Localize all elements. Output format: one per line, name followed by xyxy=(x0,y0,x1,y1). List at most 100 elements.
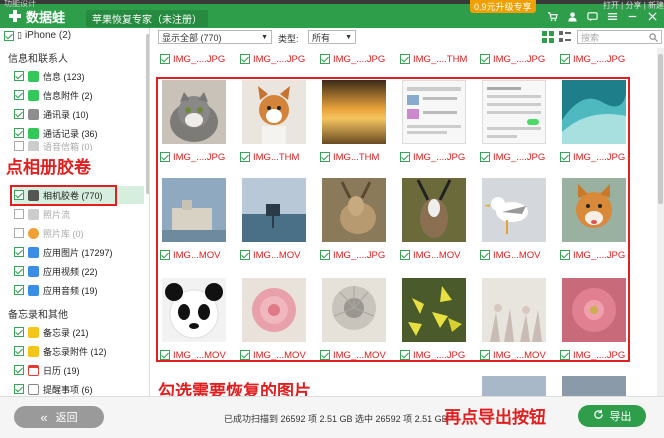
contacts-icon xyxy=(28,108,39,120)
app-name: 数据蛙 xyxy=(26,9,66,25)
filter-select[interactable]: 显示全部 (770) ▼ xyxy=(158,30,272,44)
sidebar-item-label: 照片流 xyxy=(43,209,71,220)
sidebar-item-reminders[interactable]: 提醒事项 (6) xyxy=(14,380,144,396)
type-label: 类型: xyxy=(278,34,299,44)
sidebar-item-calendar[interactable]: 日历 (19) xyxy=(14,361,144,379)
notes-icon xyxy=(28,326,39,338)
file-item-label[interactable]: IMG_....JPG xyxy=(160,52,225,66)
grid-view-icon[interactable] xyxy=(542,31,554,43)
checkbox[interactable] xyxy=(14,109,24,119)
reminder-icon xyxy=(28,383,39,395)
sidebar-item-notes[interactable]: 备忘录 (21) xyxy=(14,323,144,341)
checkbox[interactable] xyxy=(14,365,24,375)
message-attach-icon xyxy=(28,89,39,101)
user-icon[interactable] xyxy=(566,10,578,22)
checkbox[interactable] xyxy=(320,54,330,64)
double-chevron-left-icon: « xyxy=(40,409,48,425)
file-name: IMG_....JPG xyxy=(173,53,226,65)
type-select[interactable]: 所有 ▼ xyxy=(308,30,356,44)
menu-icon[interactable] xyxy=(606,10,618,22)
sidebar-scrollbar[interactable] xyxy=(146,34,149,194)
app-audio-icon xyxy=(28,284,39,296)
checkbox[interactable] xyxy=(14,141,24,151)
file-name: IMG_....JPG xyxy=(573,53,626,65)
cart-icon[interactable] xyxy=(546,10,558,22)
sidebar-item-label: 信息附件 (2) xyxy=(43,90,93,101)
export-button[interactable]: 导出 xyxy=(578,405,646,427)
checkbox[interactable] xyxy=(240,54,250,64)
sidebar-item-app-videos[interactable]: 应用视频 (22) xyxy=(14,262,144,280)
checkbox[interactable] xyxy=(14,285,24,295)
photo-thumbnail[interactable] xyxy=(562,376,626,396)
file-name: IMG_....JPG xyxy=(253,53,306,65)
sidebar-item-photo-stream[interactable]: 照片流 xyxy=(14,205,144,223)
back-label: 返回 xyxy=(55,412,78,424)
sidebar-item-label: 备忘录 (21) xyxy=(43,327,89,338)
sidebar-item-label: 应用图片 (17297) xyxy=(43,247,113,258)
sidebar-item-message-attachments[interactable]: 信息附件 (2) xyxy=(14,86,144,104)
file-item-label[interactable]: IMG_....JPG xyxy=(560,52,625,66)
sidebar-item-contacts[interactable]: 通讯录 (10) xyxy=(14,105,144,123)
file-item-label[interactable]: IMG_....JPG xyxy=(320,52,385,66)
app-photo-icon xyxy=(28,246,39,258)
app-subtitle: 苹果恢复专家（未注册） xyxy=(86,10,208,27)
checkbox[interactable] xyxy=(14,327,24,337)
checkbox[interactable] xyxy=(560,54,570,64)
checkbox[interactable] xyxy=(14,247,24,257)
checkbox[interactable] xyxy=(400,54,410,64)
sidebar-item-label: 通讯录 (10) xyxy=(43,109,89,120)
search-placeholder: 搜索 xyxy=(581,32,600,43)
app-video-icon xyxy=(28,265,39,277)
sidebar-item-call-history[interactable]: 通话记录 (36) xyxy=(14,124,144,142)
grid-scrollbar[interactable] xyxy=(657,48,664,396)
photo-thumbnail[interactable] xyxy=(482,376,546,396)
chevron-down-icon: ▼ xyxy=(261,33,268,41)
promo-badge[interactable]: 0.9元升级专享 xyxy=(470,0,536,13)
checkbox[interactable] xyxy=(14,266,24,276)
calendar-icon xyxy=(28,364,39,376)
list-view-icon[interactable] xyxy=(559,31,571,43)
device-checkbox[interactable] xyxy=(4,30,14,41)
sidebar-item-note-attachments[interactable]: 备忘录附件 (12) xyxy=(14,342,144,360)
search-input[interactable]: 搜索 xyxy=(577,30,662,44)
file-item-label[interactable]: IMG_....JPG xyxy=(240,52,305,66)
app-logo: 数据蛙 xyxy=(8,8,66,25)
photos-icon xyxy=(28,227,39,239)
sidebar-item-photo-library[interactable]: 照片库 (0) xyxy=(14,224,144,242)
sidebar-item-label: 语音信箱 (0) xyxy=(43,141,93,152)
sidebar-item-label: 照片库 (0) xyxy=(43,228,84,239)
sidebar-item-app-audio[interactable]: 应用音频 (19) xyxy=(14,281,144,299)
minimize-icon[interactable] xyxy=(626,10,638,22)
checkbox[interactable] xyxy=(14,90,24,100)
file-item-label[interactable]: IMG_....THM xyxy=(400,52,467,66)
file-name: IMG_....JPG xyxy=(493,53,546,65)
back-button[interactable]: « 返回 xyxy=(14,406,104,428)
close-icon[interactable] xyxy=(646,10,658,22)
sidebar-item-label: 应用音频 (19) xyxy=(43,285,98,296)
filter-value: 显示全部 (770) xyxy=(162,32,222,43)
annotation-click-album: 点相册胶卷 xyxy=(6,158,91,177)
search-icon xyxy=(649,32,658,42)
file-item-label[interactable]: IMG_....JPG xyxy=(480,52,545,66)
checkbox[interactable] xyxy=(14,346,24,356)
sidebar-item-label: 信息 (123) xyxy=(43,71,85,82)
category-sidebar: ▯ iPhone (2) 信息和联系人 信息 (123) 信息附件 (2) 通讯… xyxy=(0,28,150,396)
checkbox[interactable] xyxy=(14,71,24,81)
checkbox[interactable] xyxy=(160,54,170,64)
checkbox[interactable] xyxy=(14,209,24,219)
sidebar-item-voicemail[interactable]: 语音信箱 (0) xyxy=(14,141,144,151)
checkbox[interactable] xyxy=(14,128,24,138)
sidebar-item-messages[interactable]: 信息 (123) xyxy=(14,67,144,85)
title-bar-controls xyxy=(546,10,658,22)
sidebar-item-app-photos[interactable]: 应用图片 (17297) xyxy=(14,243,144,261)
footer-bar: « 返回 已成功扫描到 26592 项 2.51 GB 选中 26592 项 2… xyxy=(0,396,664,438)
scroll-thumb[interactable] xyxy=(658,54,663,204)
checkbox[interactable] xyxy=(480,54,490,64)
checkbox[interactable] xyxy=(14,384,24,394)
checkbox[interactable] xyxy=(14,228,24,238)
feedback-icon[interactable] xyxy=(586,10,598,22)
device-node[interactable]: ▯ iPhone (2) xyxy=(4,30,71,41)
group-label-notes: 备忘录和其他 xyxy=(8,310,68,321)
phone-call-icon xyxy=(28,127,39,139)
photo-grid-highlight xyxy=(156,77,630,362)
